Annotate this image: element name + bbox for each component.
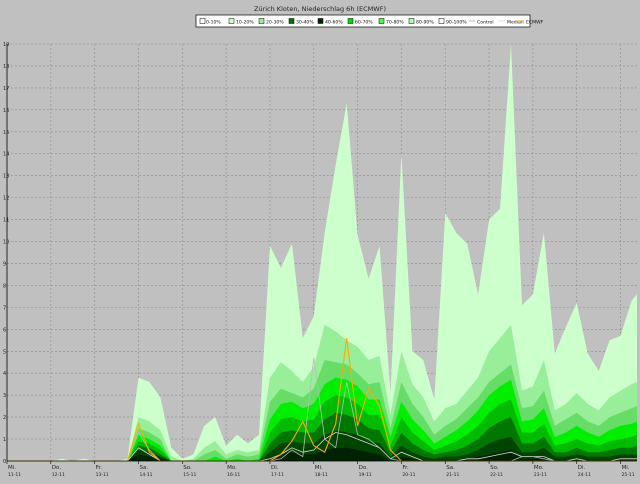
x-tick-date: 24-11: [578, 472, 591, 478]
legend-label: 10-20%: [236, 19, 254, 25]
legend-swatch: [317, 18, 324, 24]
x-tick-date: 16-11: [227, 472, 240, 478]
x-tick-day: Fr.: [402, 465, 409, 471]
x-tick-day: Sa.: [446, 465, 455, 471]
legend-swatch: [378, 18, 385, 24]
legend-swatch: [347, 18, 354, 24]
chart-title: Zürich Kloten, Niederschlag 6h (ECMWF): [254, 5, 386, 13]
legend-label: Control: [477, 19, 494, 25]
y-tick-label: 8: [3, 283, 6, 289]
legend-label: 80-90%: [416, 19, 434, 25]
y-tick-label: 16: [3, 108, 9, 114]
x-tick-day: So.: [183, 465, 192, 471]
y-tick-label: 7: [3, 305, 6, 311]
legend-label: 60-70%: [355, 19, 373, 25]
y-tick-label: 17: [3, 86, 9, 92]
legend-swatch: [199, 18, 206, 24]
legend-label: 30-40%: [296, 19, 314, 25]
x-tick-day: So.: [490, 465, 499, 471]
x-tick-date: 11-11: [8, 472, 21, 478]
y-tick-label: 15: [3, 130, 9, 136]
legend-swatch: [438, 18, 445, 24]
y-tick-label: 14: [3, 152, 9, 158]
x-tick-date: 19-11: [359, 472, 372, 478]
legend-label: Median: [507, 19, 524, 25]
legend-swatch: [258, 18, 265, 24]
x-tick-day: Mo.: [227, 465, 237, 471]
legend-label: 90-100%: [446, 19, 467, 25]
x-tick-date: 15-11: [183, 472, 196, 478]
x-tick-date: 13-11: [96, 472, 109, 478]
legend-swatch: [408, 18, 415, 24]
legend-label: 70-80%: [386, 19, 404, 25]
legend-label: ECMWF: [526, 19, 544, 25]
legend: 0-10% 10-20% 20-30% 30-40% 40-60% 60-70% 70-80…: [195, 14, 544, 28]
y-tick-label: 13: [3, 174, 9, 180]
y-tick-label: 10: [3, 240, 9, 246]
x-tick-day: Sa.: [139, 465, 148, 471]
x-tick-day: Do.: [359, 465, 369, 471]
x-tick-day: Fr.: [96, 465, 103, 471]
y-tick-label: 3: [3, 393, 6, 399]
y-tick-label: 2: [3, 415, 6, 421]
x-tick-date: 23-11: [534, 472, 547, 478]
x-tick-day: Mi.: [315, 465, 323, 471]
x-tick-date: 20-11: [402, 472, 415, 478]
x-tick-day: Mo.: [534, 465, 544, 471]
legend-label: 0-10%: [206, 19, 221, 25]
y-tick-label: 11: [3, 218, 9, 224]
y-tick-label: 4: [3, 371, 6, 377]
precipitation-chart: Zürich Kloten, Niederschlag 6h (ECMWF) 0…: [0, 0, 640, 480]
y-tick-label: 19: [3, 42, 9, 48]
chart-container: Zürich Kloten, Niederschlag 6h (ECMWF) 0…: [0, 0, 640, 480]
x-tick-day: Di.: [271, 465, 279, 471]
x-tick-date: 18-11: [315, 472, 328, 478]
legend-swatch: [288, 18, 295, 24]
legend-label: 40-60%: [325, 19, 343, 25]
x-tick-date: 25-11: [622, 472, 635, 478]
legend-swatch: [228, 18, 235, 24]
x-tick-day: Mi.: [8, 465, 16, 471]
x-tick-day: Do.: [52, 465, 62, 471]
y-tick-label: 12: [3, 196, 9, 202]
y-tick-label: 18: [3, 64, 9, 70]
y-tick-label: 0: [3, 459, 6, 465]
y-tick-label: 1: [3, 437, 6, 443]
x-tick-date: 17-11: [271, 472, 284, 478]
y-tick-label: 6: [3, 327, 6, 333]
x-tick-date: 12-11: [52, 472, 65, 478]
y-tick-label: 5: [3, 349, 6, 355]
y-tick-label: 9: [3, 261, 6, 267]
x-tick-day: Di.: [578, 465, 586, 471]
x-tick-date: 21-11: [446, 472, 459, 478]
x-tick-date: 22-11: [490, 472, 503, 478]
legend-label: 20-30%: [266, 19, 284, 25]
x-tick-day: Mi.: [622, 465, 630, 471]
x-tick-date: 14-11: [139, 472, 152, 478]
